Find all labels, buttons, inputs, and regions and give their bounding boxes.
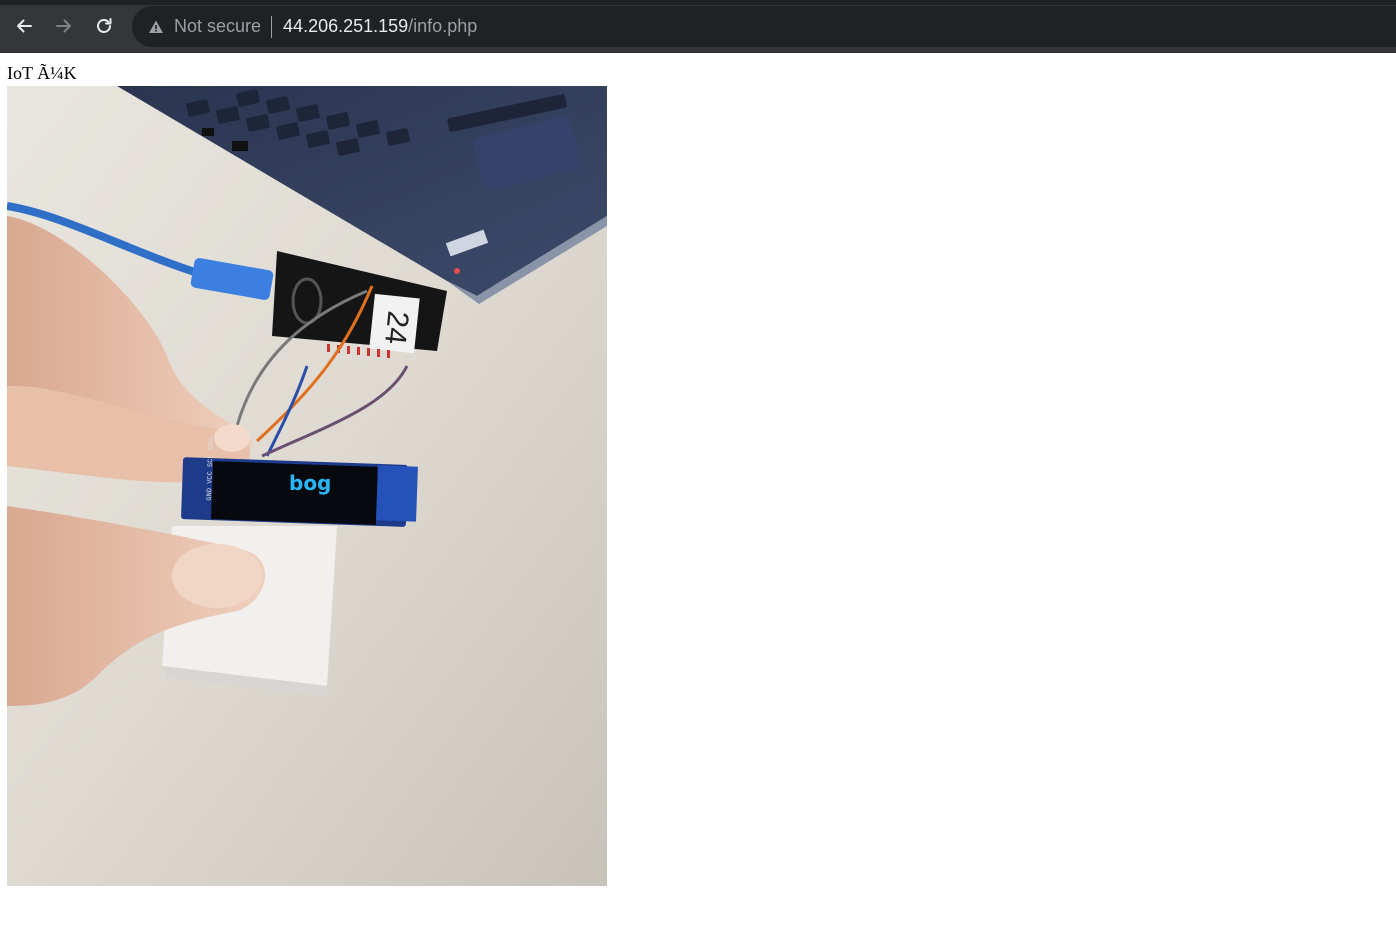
url-path[interactable]: /info.php [408, 16, 477, 37]
browser-toolbar: Not secure 44.206.251.159/info.php [0, 0, 1396, 53]
tab-strip [0, 0, 1396, 5]
page-content: IoT Ã¼K 24 GND VCC SCL SDA bog [7, 61, 607, 886]
url-host[interactable]: 44.206.251.159 [283, 16, 408, 37]
reload-icon [97, 18, 112, 33]
omnibox-divider [271, 15, 273, 38]
board-label: 24 [378, 309, 414, 346]
page-heading: IoT Ã¼K [7, 63, 77, 83]
back-button[interactable] [8, 10, 40, 42]
reload-button[interactable] [88, 10, 120, 42]
iot-device-photo: 24 GND VCC SCL SDA bog [7, 86, 607, 886]
address-bar[interactable]: Not secure 44.206.251.159/info.php [132, 6, 1396, 47]
warning-triangle-icon[interactable] [147, 18, 165, 36]
oled-text: bog [289, 471, 331, 495]
security-status-label[interactable]: Not secure [174, 16, 261, 37]
forward-button[interactable] [48, 10, 80, 42]
forward-arrow-icon [56, 19, 71, 33]
back-arrow-icon [17, 19, 32, 33]
